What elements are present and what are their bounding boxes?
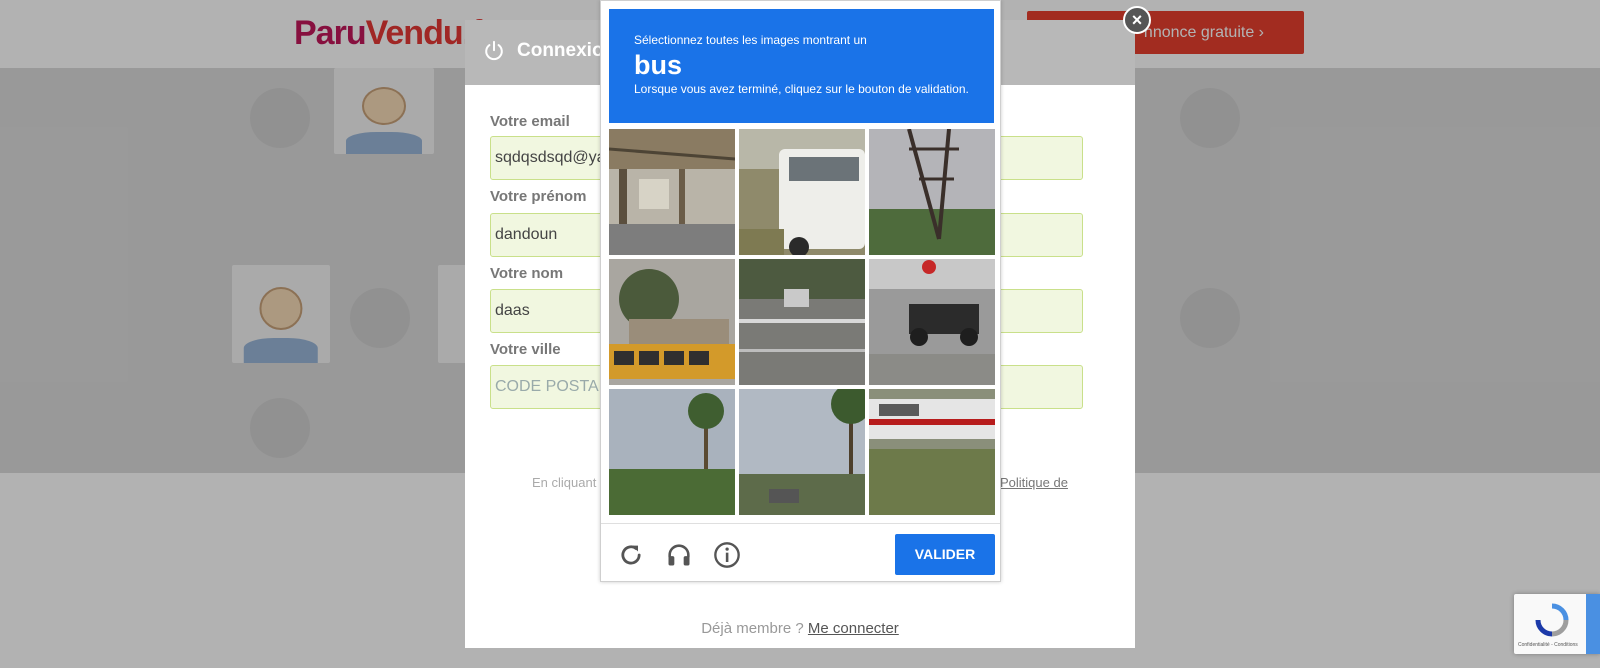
captcha-instruction: Sélectionnez toutes les images montrant … <box>634 33 867 47</box>
captcha-tile-3[interactable] <box>869 129 995 255</box>
email-label: Votre email <box>490 113 570 130</box>
lastname-label: Votre nom <box>490 265 564 282</box>
validate-button[interactable]: VALIDER <box>895 534 995 575</box>
captcha-target: bus <box>634 50 683 80</box>
power-icon <box>485 40 503 61</box>
captcha-subtext: Lorsque vous avez terminé, cliquez sur l… <box>634 82 969 96</box>
captcha-tile-4[interactable] <box>609 259 735 385</box>
captcha-header: Sélectionnez toutes les images montrant … <box>609 9 994 123</box>
captcha-challenge: Sélectionnez toutes les images montrant … <box>600 0 1001 582</box>
close-icon[interactable]: × <box>1123 6 1151 34</box>
info-icon[interactable] <box>713 541 741 569</box>
captcha-tile-7[interactable] <box>609 389 735 515</box>
captcha-tile-2[interactable] <box>739 129 865 255</box>
legal-text: En cliquant <box>532 475 597 490</box>
captcha-tile-1[interactable] <box>609 129 735 255</box>
recaptcha-edge <box>1586 594 1600 654</box>
firstname-label: Votre prénom <box>490 188 587 205</box>
reload-icon[interactable] <box>617 541 645 569</box>
city-label: Votre ville <box>490 341 561 358</box>
member-text: Déjà membre ? <box>701 620 808 637</box>
recaptcha-terms[interactable]: Confidentialité - Conditions <box>1518 642 1578 648</box>
login-link[interactable]: Me connecter <box>808 620 899 637</box>
captcha-tile-9[interactable] <box>869 389 995 515</box>
captcha-divider <box>601 523 1000 524</box>
captcha-tile-8[interactable] <box>739 389 865 515</box>
recaptcha-badge[interactable]: Confidentialité - Conditions <box>1514 594 1600 654</box>
captcha-tile-6[interactable] <box>869 259 995 385</box>
modal-title: Connexio <box>517 40 604 61</box>
captcha-tile-5[interactable] <box>739 259 865 385</box>
member-line: Déjà membre ? Me connecter <box>465 620 1135 637</box>
recaptcha-logo-icon <box>1535 603 1569 637</box>
audio-icon[interactable] <box>665 541 693 569</box>
privacy-policy-link[interactable]: Politique de <box>1000 475 1068 490</box>
